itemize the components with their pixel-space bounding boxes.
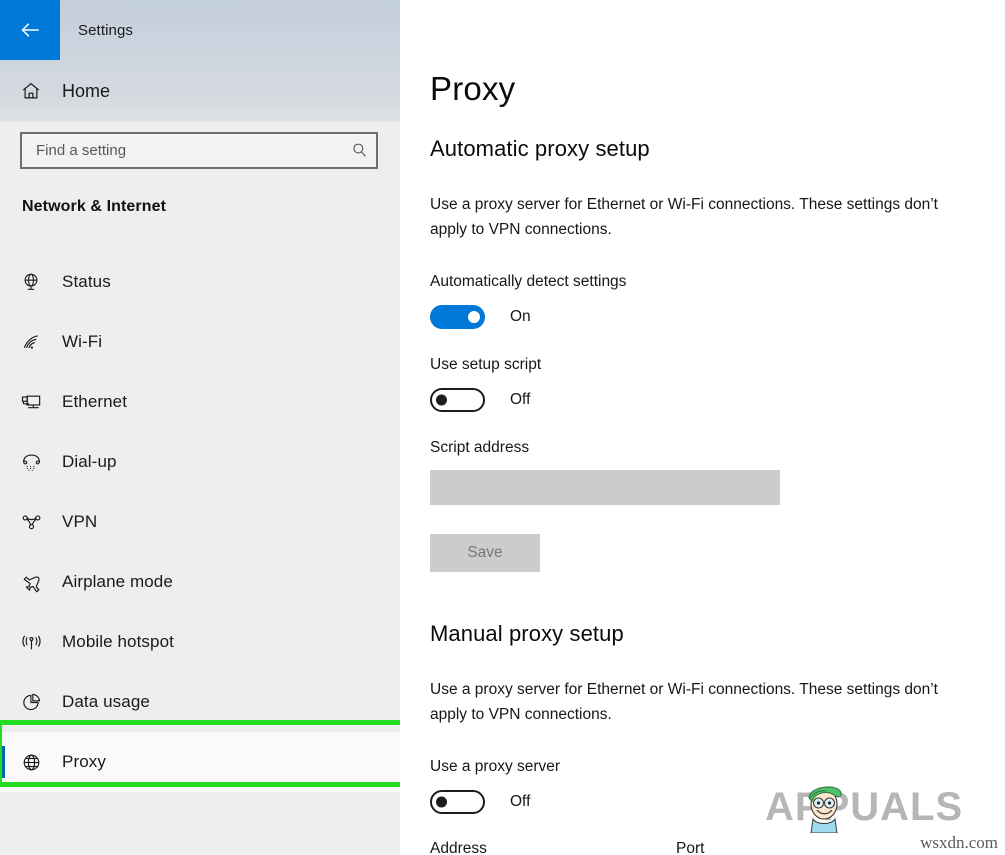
search-box[interactable] [20,132,378,169]
manual-proxy-setup-description: Use a proxy server for Ethernet or Wi-Fi… [430,681,938,723]
page-title: Proxy [430,70,516,107]
dialup-phone-icon [0,451,62,474]
ethernet-icon [0,391,62,414]
pie-chart-icon [0,691,62,714]
wifi-icon [0,331,62,354]
auto-detect-settings-state: On [510,308,531,325]
toggle-knob [468,311,480,323]
home-icon [0,80,62,102]
sidebar-item-proxy-label: Proxy [62,752,106,771]
title-bar: Settings [0,0,400,60]
script-address-input [430,470,780,505]
address-label: Address [430,840,487,855]
sidebar-item-home-label: Home [62,80,111,101]
use-setup-script-toggle[interactable] [430,388,485,412]
use-proxy-server-row: Off [430,790,530,814]
sidebar-item-mobile-hotspot-label: Mobile hotspot [62,632,174,651]
automatic-proxy-setup-heading: Automatic proxy setup [430,136,650,161]
script-address-label: Script address [430,439,530,456]
save-button: Save [430,534,540,572]
sidebar-item-vpn-label: VPN [62,512,98,531]
sidebar-category-title: Network & Internet [22,198,167,215]
use-proxy-server-toggle[interactable] [430,790,485,814]
sidebar-item-status[interactable]: Status [0,252,400,312]
vpn-icon [0,511,62,534]
globe-icon [0,271,62,293]
selection-indicator [0,746,5,778]
auto-detect-settings-toggle[interactable] [430,305,485,329]
auto-detect-settings-label: Automatically detect settings [430,273,627,290]
airplane-icon [0,571,62,594]
sidebar-nav-list: Status Wi-Fi Ethernet Dial-up VPN Airpla… [0,252,400,792]
sidebar-item-mobile-hotspot[interactable]: Mobile hotspot [0,612,400,672]
back-arrow-icon [17,17,43,43]
sidebar-item-status-label: Status [62,272,111,291]
automatic-proxy-setup-description: Use a proxy server for Ethernet or Wi-Fi… [430,196,938,238]
sidebar: Home Network & Internet [0,0,400,855]
settings-window: Home Network & Internet [0,0,1005,855]
sidebar-item-airplane-mode-label: Airplane mode [62,572,173,591]
use-setup-script-row: Off [430,388,530,412]
manual-proxy-setup-heading: Manual proxy setup [430,621,624,646]
use-setup-script-state: Off [510,391,531,408]
sidebar-item-wifi[interactable]: Wi-Fi [0,312,400,372]
back-button[interactable] [0,0,60,60]
use-proxy-server-label: Use a proxy server [430,758,561,775]
hotspot-icon [0,631,62,654]
sidebar-item-ethernet-label: Ethernet [62,392,128,411]
sidebar-item-ethernet[interactable]: Ethernet [0,372,400,432]
use-proxy-server-state: Off [510,793,531,810]
main-content: Proxy Automatic proxy setup Use a proxy … [400,0,1005,855]
sidebar-item-data-usage-label: Data usage [62,692,150,711]
port-label: Port [676,840,705,855]
sidebar-item-vpn[interactable]: VPN [0,492,400,552]
sidebar-item-dialup[interactable]: Dial-up [0,432,400,492]
auto-detect-settings-row: On [430,305,531,329]
sidebar-item-airplane-mode[interactable]: Airplane mode [0,552,400,612]
globe-grid-icon [0,751,62,774]
toggle-knob [436,394,447,406]
sidebar-item-home[interactable]: Home [0,60,400,122]
toggle-knob [436,796,447,808]
sidebar-item-dialup-label: Dial-up [62,452,117,471]
sidebar-item-data-usage[interactable]: Data usage [0,672,400,732]
search-icon[interactable] [342,141,376,160]
sidebar-item-proxy[interactable]: Proxy [0,732,400,792]
window-title: Settings [78,21,133,39]
sidebar-item-wifi-label: Wi-Fi [62,332,103,351]
search-input[interactable] [22,142,342,159]
use-setup-script-label: Use setup script [430,356,542,373]
